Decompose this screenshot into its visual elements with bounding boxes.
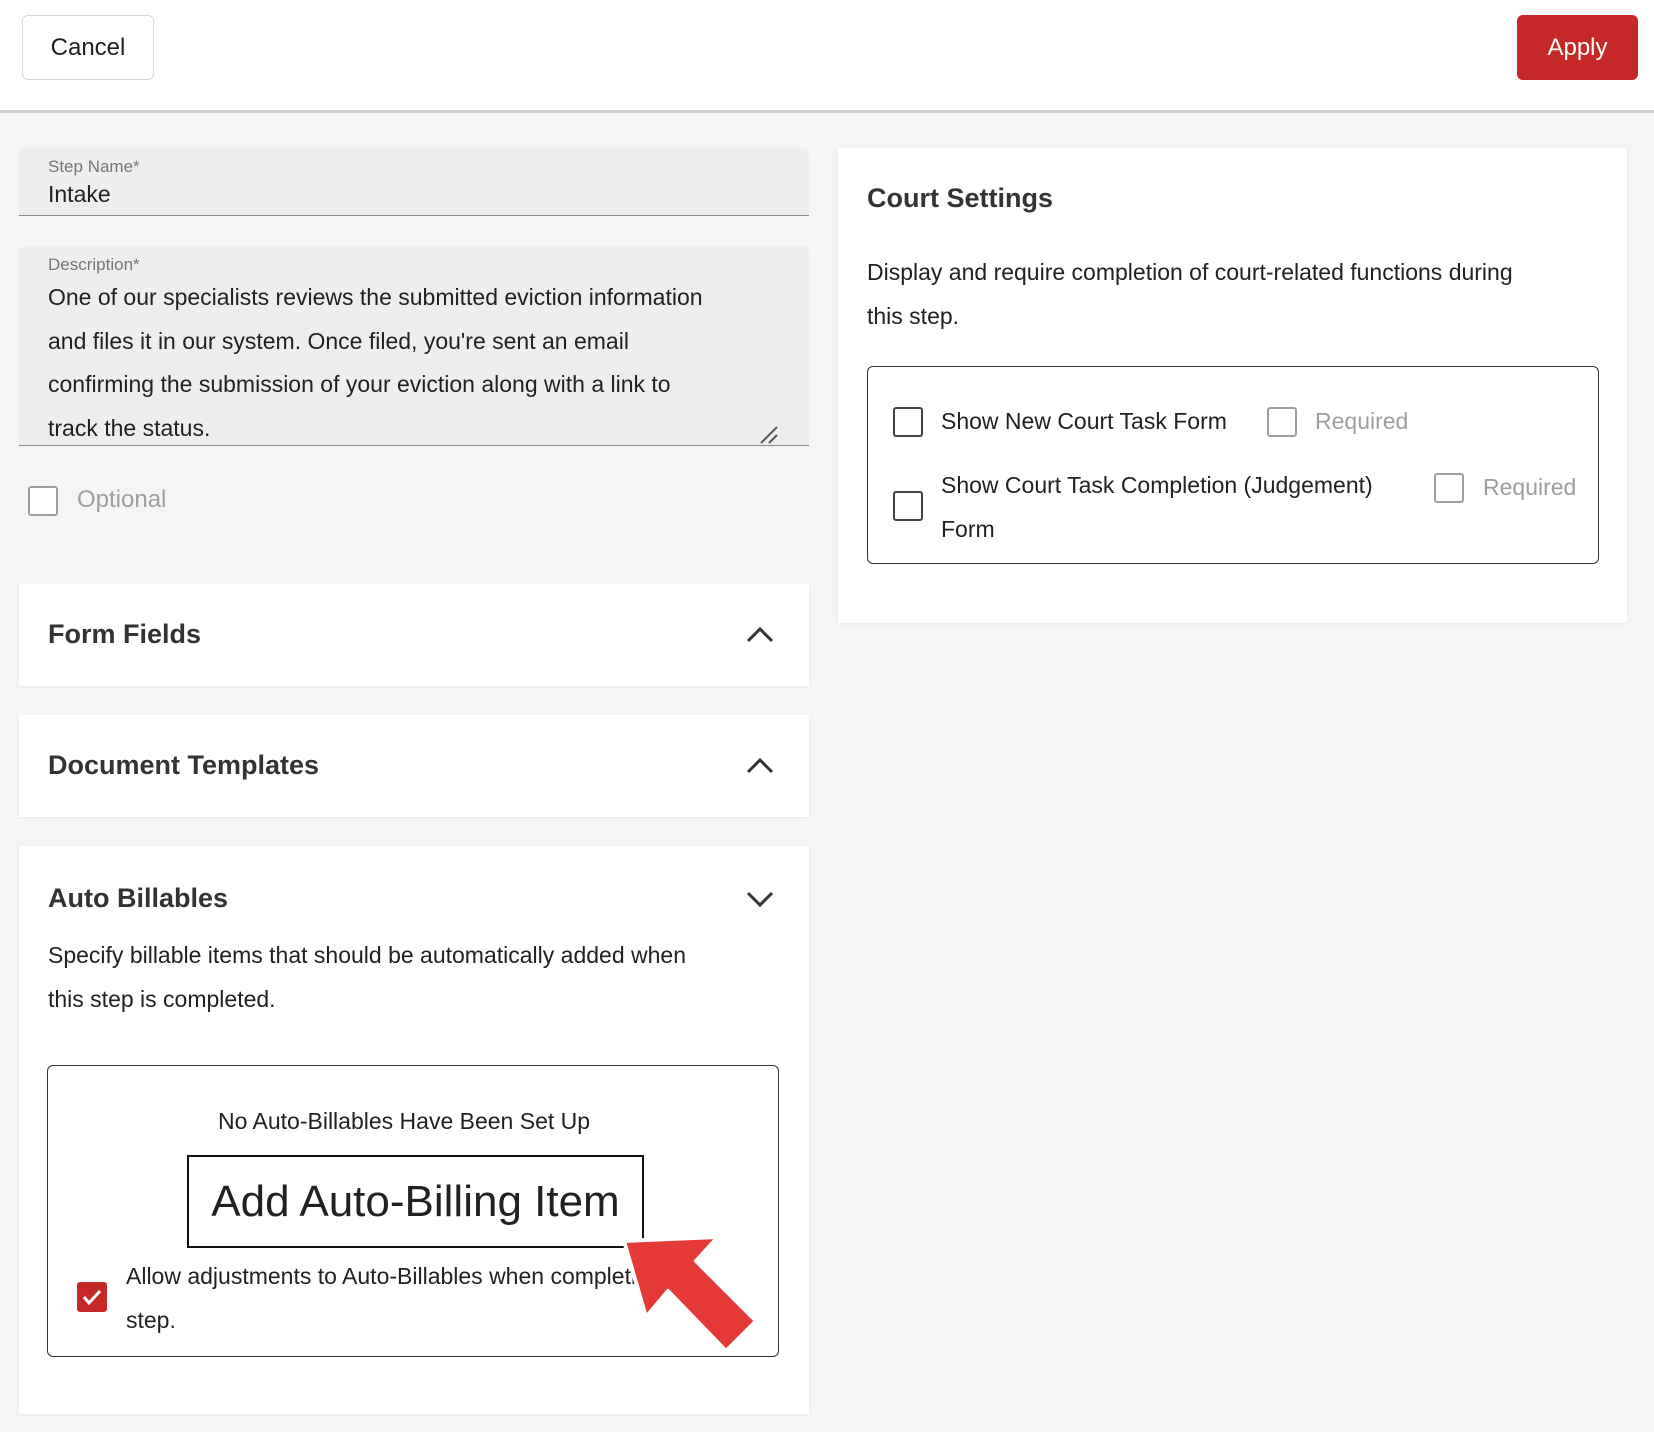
show-court-task-completion-form-label: Show Court Task Completion (Judgement) F… xyxy=(941,463,1373,551)
empty-state-text: No Auto-Billables Have Been Set Up xyxy=(218,1108,591,1134)
allow-adjustments-line: step. xyxy=(126,1307,176,1333)
allow-adjustments-checkbox[interactable] xyxy=(77,1282,107,1312)
description-line: One of our specialists reviews the submi… xyxy=(48,284,703,310)
description-field[interactable]: Description* One of our specialists revi… xyxy=(19,246,809,446)
chevron-down-icon[interactable] xyxy=(745,890,775,910)
form-fields-panel[interactable]: Form Fields xyxy=(19,584,809,686)
top-bar: Cancel Apply xyxy=(0,0,1654,113)
step-name-field[interactable]: Step Name* Intake xyxy=(19,148,809,216)
show-court-task-completion-form-checkbox[interactable] xyxy=(893,491,923,521)
resize-handle-icon[interactable] xyxy=(757,423,781,445)
auto-billables-description: Specify billable items that should be au… xyxy=(48,934,686,1021)
court-option-line: Form xyxy=(941,516,995,542)
court-settings-title: Court Settings xyxy=(867,183,1053,213)
court-settings-description-line: Display and require completion of court-… xyxy=(867,259,1513,285)
court-settings-description: Display and require completion of court-… xyxy=(867,251,1513,338)
description-value: One of our specialists reviews the submi… xyxy=(48,276,788,450)
document-templates-title: Document Templates xyxy=(48,750,320,780)
document-templates-panel[interactable]: Document Templates xyxy=(19,715,809,817)
allow-adjustments-label: Allow adjustments to Auto-Billables when… xyxy=(126,1254,662,1342)
new-court-task-required-checkbox[interactable] xyxy=(1267,407,1297,437)
allow-adjustments-line: Allow adjustments to Auto-Billables when… xyxy=(126,1263,662,1289)
new-court-task-required-label: Required xyxy=(1315,408,1409,434)
apply-button[interactable]: Apply xyxy=(1517,15,1638,80)
optional-label: Optional xyxy=(77,486,167,513)
description-line: track the status. xyxy=(48,414,211,441)
description-line: and files it in our system. Once filed, … xyxy=(48,327,629,354)
optional-checkbox[interactable] xyxy=(28,486,58,516)
description-line: confirming the submission of your evicti… xyxy=(48,371,671,397)
step-name-value: Intake xyxy=(48,181,111,207)
form-fields-title: Form Fields xyxy=(48,619,202,649)
pointer-arrow-icon xyxy=(622,1235,758,1353)
court-task-completion-required-checkbox[interactable] xyxy=(1434,473,1464,503)
description-label: Description* xyxy=(48,255,140,274)
show-new-court-task-form-label: Show New Court Task Form xyxy=(941,408,1227,434)
auto-billables-title[interactable]: Auto Billables xyxy=(48,883,228,914)
court-settings-description-line: this step. xyxy=(867,302,960,329)
chevron-up-icon[interactable] xyxy=(745,624,775,644)
court-task-completion-required-label: Required xyxy=(1483,474,1577,500)
checkmark-icon xyxy=(82,1289,101,1305)
add-auto-billing-item-button[interactable]: Add Auto-Billing Item xyxy=(187,1155,644,1248)
step-name-label: Step Name* xyxy=(48,157,140,176)
cancel-button[interactable]: Cancel xyxy=(22,15,154,80)
show-new-court-task-form-checkbox[interactable] xyxy=(893,407,923,437)
court-option-line: Show Court Task Completion (Judgement) xyxy=(941,472,1373,498)
chevron-up-icon[interactable] xyxy=(745,755,775,775)
auto-billables-description-line: this step is completed. xyxy=(48,985,276,1012)
auto-billables-description-line: Specify billable items that should be au… xyxy=(48,942,686,968)
